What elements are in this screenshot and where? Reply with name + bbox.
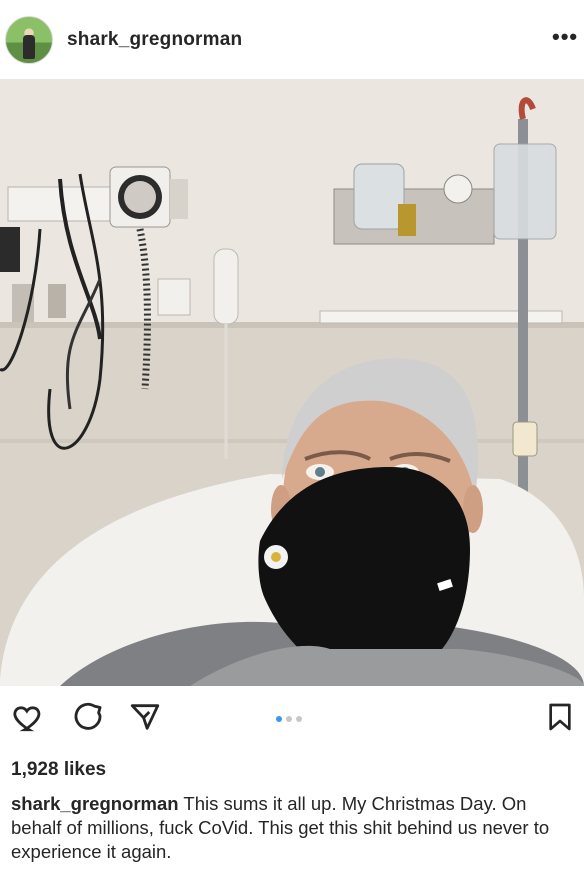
carousel-dot — [286, 716, 292, 722]
avatar[interactable] — [5, 16, 53, 64]
carousel-dot-active — [276, 716, 282, 722]
carousel-dot — [296, 716, 302, 722]
more-options-icon[interactable]: ••• — [552, 26, 578, 48]
hospital-selfie-image — [0, 79, 584, 686]
post-caption: shark_gregnorman This sums it all up. My… — [11, 792, 581, 864]
likes-count[interactable]: 1,928 likes — [11, 759, 106, 781]
post-actions-bar — [0, 700, 584, 744]
heart-icon[interactable] — [12, 700, 46, 739]
caption-username[interactable]: shark_gregnorman — [11, 793, 179, 814]
post-username[interactable]: shark_gregnorman — [67, 29, 242, 51]
post-photo[interactable] — [0, 79, 584, 686]
bookmark-icon[interactable] — [544, 700, 576, 739]
carousel-indicator — [276, 716, 302, 722]
send-icon[interactable] — [128, 700, 162, 739]
comment-icon[interactable] — [71, 700, 105, 739]
post-header: shark_gregnorman ••• — [0, 0, 584, 78]
